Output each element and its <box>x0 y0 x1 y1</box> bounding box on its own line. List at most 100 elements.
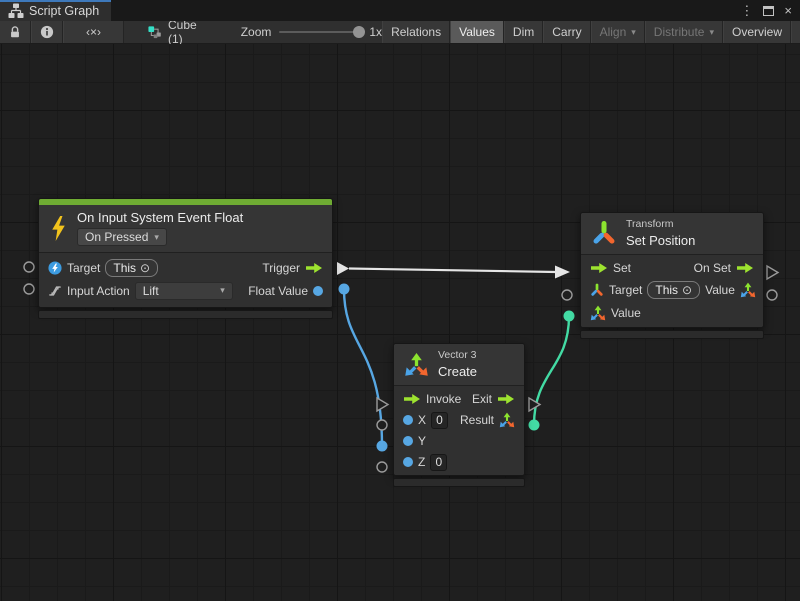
node-set-position[interactable]: Transform Set Position Set On Set Target <box>580 212 764 339</box>
port-row-set: Set On Set <box>581 257 763 278</box>
port-setpos-valueout[interactable] <box>767 290 777 300</box>
wire-floatvalue-to-y[interactable] <box>344 289 382 446</box>
node-title: Set Position <box>626 233 695 248</box>
x-port-dot <box>403 415 413 425</box>
relations-button[interactable]: Relations <box>382 21 450 43</box>
node-header: On Input System Event Float On Pressed ▾ <box>39 205 332 252</box>
inspect-button[interactable] <box>31 21 63 43</box>
chevron-down-icon: ▾ <box>631 27 636 38</box>
zoom-value: 1x <box>369 25 382 39</box>
fullscreen-button[interactable]: Full Screen <box>791 21 800 43</box>
node-footer <box>393 478 525 487</box>
breadcrumb-label: Cube (1) <box>168 18 197 46</box>
node-vector3-create[interactable]: Vector 3 Create Invoke Exit X 0 <box>393 343 525 487</box>
port-vec3-x-in[interactable] <box>377 420 387 430</box>
script-graph-window: Script Graph ⋮ × ‹×› Cube (1) Zoom 1x <box>0 0 800 601</box>
port-event-target-in[interactable] <box>24 262 34 272</box>
port-event-trigger-out[interactable] <box>337 262 349 275</box>
node-footer <box>38 310 333 319</box>
y-port-dot <box>403 436 413 446</box>
graph-canvas[interactable]: On Input System Event Float On Pressed ▾… <box>0 44 800 601</box>
z-value-field[interactable]: 0 <box>430 454 447 471</box>
object-picker-icon[interactable]: ⊙ <box>682 283 692 297</box>
tab-focus-accent <box>0 0 111 2</box>
node-title: Create <box>438 364 477 379</box>
lock-icon <box>8 25 22 39</box>
carry-button[interactable]: Carry <box>543 21 590 43</box>
port-vec3-invoke-in[interactable] <box>377 398 388 411</box>
port-vec3-y-in[interactable] <box>377 441 388 452</box>
node-header: Transform Set Position <box>581 213 763 254</box>
node-category: Vector 3 <box>438 349 477 361</box>
chevron-down-icon: ▾ <box>154 232 159 243</box>
transform-icon <box>591 220 617 246</box>
zoom-label: Zoom <box>241 25 272 39</box>
port-row-z: Z 0 <box>394 452 524 472</box>
port-setpos-onset-out[interactable] <box>767 266 778 279</box>
align-button[interactable]: Align▾ <box>591 21 645 43</box>
node-title: On Input System Event Float <box>77 210 243 225</box>
target-object-field[interactable]: This ⊙ <box>105 259 158 277</box>
port-row-invoke: Invoke Exit <box>394 389 524 409</box>
dim-button[interactable]: Dim <box>504 21 543 43</box>
tab-title: Script Graph <box>29 4 99 18</box>
event-mode-dropdown[interactable]: On Pressed ▾ <box>77 228 167 246</box>
chevron-down-icon: ▾ <box>709 27 714 38</box>
target-object-field[interactable]: This ⊙ <box>647 281 700 299</box>
toolbar-right-group: Relations Values Dim Carry Align▾ Distri… <box>382 21 800 43</box>
edit-graph-button[interactable]: ‹×› <box>63 21 124 43</box>
vector3-mini-icon <box>590 305 606 321</box>
wire-trigger-arrowhead <box>555 266 570 279</box>
window-controls: ⋮ × <box>740 0 800 21</box>
node-on-input-system-event-float[interactable]: On Input System Event Float On Pressed ▾… <box>38 198 333 319</box>
vector3-icon <box>404 352 429 377</box>
input-action-icon <box>48 284 62 298</box>
chevron-down-icon: ▾ <box>220 285 225 296</box>
info-icon <box>40 25 54 39</box>
port-row-value: Value <box>581 302 763 323</box>
float-value-port-dot <box>313 286 323 296</box>
tab-bar: Script Graph ⋮ × <box>0 0 800 21</box>
lock-button[interactable] <box>0 21 31 43</box>
node-footer <box>580 330 764 339</box>
values-button[interactable]: Values <box>450 21 504 43</box>
graph-breadcrumb[interactable]: Cube (1) <box>138 21 207 43</box>
node-category: Transform <box>626 218 695 230</box>
node-header: Vector 3 Create <box>394 344 524 385</box>
more-menu-icon[interactable]: ⋮ <box>740 4 753 17</box>
lightning-icon <box>49 216 68 241</box>
vector3-mini-icon <box>740 282 756 298</box>
overview-button[interactable]: Overview <box>723 21 791 43</box>
port-event-floatvalue-out[interactable] <box>339 284 350 295</box>
close-icon[interactable]: × <box>784 4 792 17</box>
onset-arrow-icon <box>736 262 754 274</box>
wire-trigger-to-set[interactable] <box>349 269 556 273</box>
code-icon: ‹×› <box>86 25 101 39</box>
input-action-dropdown[interactable]: Lift ▾ <box>135 282 233 300</box>
trigger-arrow-icon <box>305 262 323 274</box>
port-event-action-in[interactable] <box>24 284 34 294</box>
zoom-slider-handle[interactable] <box>353 26 365 38</box>
port-row-input-action: Input Action Lift ▾ Float Value <box>39 280 332 301</box>
wire-result-to-value[interactable] <box>534 316 569 425</box>
transform-mini-icon <box>590 283 604 297</box>
maximize-icon[interactable] <box>763 6 774 16</box>
zoom-control: Zoom 1x <box>241 21 382 43</box>
port-setpos-target-in[interactable] <box>562 290 572 300</box>
vector3-mini-icon <box>499 412 515 428</box>
graph-tree-icon <box>8 3 24 19</box>
z-port-dot <box>403 457 413 467</box>
graph-toolbar: ‹×› Cube (1) Zoom 1x Relations Values Di… <box>0 21 800 44</box>
x-value-field[interactable]: 0 <box>431 412 448 429</box>
port-row-y: Y <box>394 431 524 451</box>
event-target-icon <box>48 261 62 275</box>
port-row-target: Target This ⊙ Trigger <box>39 257 332 278</box>
object-picker-icon[interactable]: ⊙ <box>140 261 150 275</box>
tab-script-graph[interactable]: Script Graph <box>0 0 111 21</box>
port-setpos-value-in[interactable] <box>564 311 575 322</box>
distribute-button[interactable]: Distribute▾ <box>645 21 723 43</box>
port-vec3-result-out[interactable] <box>529 420 540 431</box>
invoke-arrow-icon <box>403 393 421 405</box>
port-vec3-z-in[interactable] <box>377 462 387 472</box>
zoom-slider[interactable] <box>279 31 361 33</box>
